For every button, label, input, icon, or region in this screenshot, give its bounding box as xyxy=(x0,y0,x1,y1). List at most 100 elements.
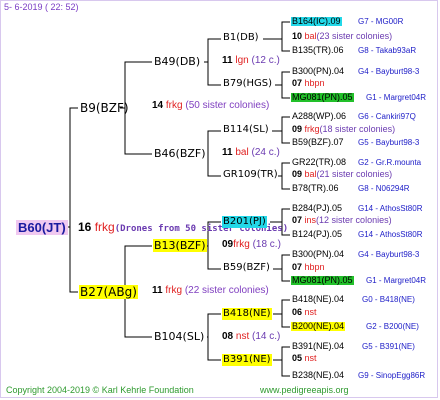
gen3-c5-code: ins xyxy=(304,215,317,225)
gen4-queen-12: MG081(PN).05 xyxy=(291,275,354,285)
gen3-c7-code: nst xyxy=(304,307,317,317)
gen4-queen-16: B238(NE).04 xyxy=(292,370,345,380)
gen2-c1-code: lgn xyxy=(235,55,249,66)
gen4-queen-7: GR22(TR).08 xyxy=(292,157,347,167)
gen2-c2-sisters: (24 c.) xyxy=(251,147,280,158)
gen1-bottom-connector: 11 frkg (22 sister colonies) xyxy=(152,286,269,296)
gen2-connector-4: 08 nst (14 c.) xyxy=(222,332,280,342)
root-number: 16 xyxy=(78,220,92,234)
gen2-c3-sisters: (18 c.) xyxy=(252,239,281,250)
gen2-queen-2: B46(BZF) xyxy=(154,147,206,160)
gen3-c2-code: hbpn xyxy=(304,78,325,88)
gen4-right-4: G1 - Margret04R xyxy=(366,93,427,102)
gen3-queen-4: GR109(TR) xyxy=(223,169,278,180)
gen1-top-code: frkg xyxy=(165,100,183,111)
gen3-queen-5: B201(PJ) xyxy=(222,216,267,228)
gen3-connector-7: 06 nst xyxy=(292,308,317,317)
gen3-connector-2: 07 hbpn xyxy=(292,79,325,88)
gen3-connector-4: 09 bal(21 sister colonies) xyxy=(292,170,392,179)
gen2-c2-code: bal xyxy=(235,147,249,158)
gen4-queen-13: B418(NE).04 xyxy=(292,294,345,304)
gen4-queen-1: B164(IC).09 xyxy=(291,16,342,26)
gen4-queen-11: B300(PN).04 xyxy=(292,249,345,259)
gen4-queen-5: A288(WP).06 xyxy=(292,111,347,121)
gen3-c1-num: 10 xyxy=(292,31,303,41)
gen4-right-15: G5 - B391(NE) xyxy=(362,342,415,351)
gen4-right-2: G8 - Takab93aR xyxy=(358,46,417,55)
gen4-right-8: G8 - N06294R xyxy=(358,184,410,193)
gen2-queen-3: B13(BZF) xyxy=(153,239,207,252)
gen2-c1-num: 11 xyxy=(222,55,233,66)
gen4-right-10: G14 - AthosSt80R xyxy=(358,230,423,239)
gen3-c8-code: nst xyxy=(304,353,317,363)
gen4-queen-4: MG081(PN).05 xyxy=(291,92,354,102)
gen3-queen-6: B59(BZF) xyxy=(223,262,270,273)
gen1-bottom-code: frkg xyxy=(165,285,183,296)
gen2-c2-num: 11 xyxy=(222,147,233,158)
gen3-c5-sisters: (12 sister colonies) xyxy=(316,215,392,225)
footer-website: www.pedigreeapis.org xyxy=(260,385,349,395)
gen3-queen-1: B1(DB) xyxy=(223,32,259,43)
gen3-c3-num: 09 xyxy=(292,124,303,134)
gen2-connector-3: 09frkg (18 c.) xyxy=(222,240,281,250)
gen1-bottom-num: 11 xyxy=(152,285,163,296)
gen2-c4-sisters: (14 c.) xyxy=(252,331,281,342)
gen4-right-1: G7 - MG00R xyxy=(358,17,404,26)
gen4-queen-8: B78(TR).06 xyxy=(292,183,339,193)
gen3-c8-num: 05 xyxy=(292,353,303,363)
gen3-queen-3: B114(SL) xyxy=(223,124,269,135)
root-queen: B60(JT) xyxy=(16,220,68,235)
gen3-c7-num: 06 xyxy=(292,307,303,317)
gen1-bottom-queen: B27(ABg) xyxy=(79,285,138,299)
gen3-c6-num: 07 xyxy=(292,262,303,272)
root-code: frkg xyxy=(94,220,115,234)
gen3-queen-7: B418(NE) xyxy=(222,308,272,320)
gen3-c2-num: 07 xyxy=(292,78,303,88)
gen4-right-3: G4 - Bayburt98-3 xyxy=(358,67,420,76)
gen3-connector-8: 05 nst xyxy=(292,354,317,363)
gen4-queen-15: B391(NE).04 xyxy=(292,341,345,351)
gen1-top-queen: B9(BZF) xyxy=(80,101,129,115)
gen2-c1-sisters: (12 c.) xyxy=(251,55,280,66)
gen3-c4-num: 09 xyxy=(292,169,303,179)
gen3-connector-6: 07 hbpn xyxy=(292,263,325,272)
gen4-queen-14: B200(NE).04 xyxy=(291,321,346,331)
gen1-top-num: 14 xyxy=(152,100,164,111)
pedigree-connector-lines xyxy=(68,21,290,377)
gen4-queen-9: B284(PJ).05 xyxy=(292,203,343,213)
gen2-c3-num: 09 xyxy=(222,239,234,250)
header-date: 5- 6-2019 ( 22: 52) xyxy=(4,2,79,12)
gen3-c1-sisters: (23 sister colonies) xyxy=(316,31,393,41)
gen4-queen-6: B59(BZF).07 xyxy=(292,137,344,147)
footer-copyright: Copyright 2004-2019 © Karl Kehrle Founda… xyxy=(6,385,194,395)
gen3-c6-code: hbpn xyxy=(304,262,325,272)
gen3-queen-8: B391(NE) xyxy=(222,354,272,366)
gen3-c5-num: 07 xyxy=(292,215,303,225)
gen3-queen-2: B79(HGS) xyxy=(223,78,273,89)
gen2-c4-num: 08 xyxy=(222,331,234,342)
gen2-c4-code: nst xyxy=(235,331,250,342)
gen2-connector-2: 11 bal (24 c.) xyxy=(222,148,280,158)
gen1-top-sisters: (50 sister colonies) xyxy=(185,100,270,111)
gen3-c3-code: frkg xyxy=(304,124,320,134)
gen4-right-9: G14 - AthosSt80R xyxy=(358,204,423,213)
gen4-right-14: G2 - B200(NE) xyxy=(366,322,419,331)
gen1-top-connector: 14 frkg (50 sister colonies) xyxy=(152,101,269,111)
gen3-connector-3: 09 frkg(18 sister colonies) xyxy=(292,125,395,134)
gen4-queen-10: B124(PJ).05 xyxy=(292,229,343,239)
gen4-right-11: G4 - Bayburt98-3 xyxy=(358,250,420,259)
gen2-c3-code: frkg xyxy=(233,239,250,250)
gen4-queen-2: B135(TR).06 xyxy=(292,45,344,55)
gen3-c4-sisters: (21 sister colonies) xyxy=(316,169,393,179)
gen4-right-6: G5 - Bayburt98-3 xyxy=(358,138,420,147)
gen3-c1-code: bal xyxy=(304,31,317,41)
gen4-right-13: G0 - B418(NE) xyxy=(362,295,415,304)
gen4-right-16: G9 - SinopEgg86R xyxy=(358,371,426,380)
gen4-right-12: G1 - Margret04R xyxy=(366,276,427,285)
gen3-connector-1: 10 bal(23 sister colonies) xyxy=(292,32,392,41)
gen4-right-7: G2 - Gr.R.mounta xyxy=(358,158,422,167)
gen2-queen-1: B49(DB) xyxy=(154,55,201,68)
gen3-c3-sisters: (18 sister colonies) xyxy=(319,124,396,134)
gen1-bottom-sisters: (22 sister colonies) xyxy=(184,285,269,296)
gen2-connector-1: 11 lgn (12 c.) xyxy=(222,56,280,66)
